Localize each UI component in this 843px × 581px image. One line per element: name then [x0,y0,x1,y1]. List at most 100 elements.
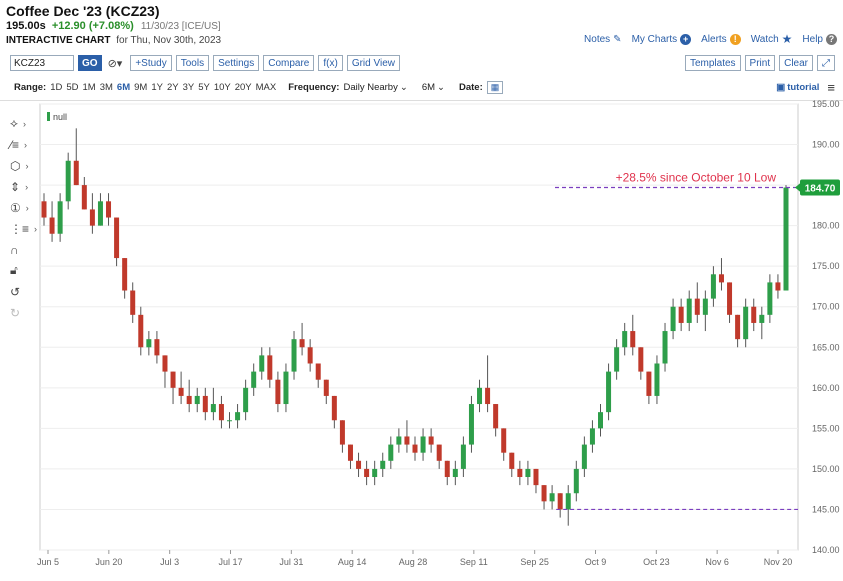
y-tick-label: 140.00 [812,545,840,555]
candle-body [372,468,378,478]
candle-body [65,160,71,202]
candle-body [557,493,563,510]
candle-body [759,314,765,323]
y-tick-label: 170.00 [812,302,840,312]
candle-body [670,306,676,332]
candle-body [565,493,571,510]
x-tick-label: Jul 31 [279,557,303,567]
candle-body [235,412,241,421]
candle-body [291,339,297,372]
y-tick-label: 190.00 [812,140,840,150]
y-tick-label: 145.00 [812,504,840,514]
x-tick-label: Jun 5 [37,557,59,567]
candle-body [775,282,781,291]
y-tick-label: 180.00 [812,221,840,231]
candle-body [210,404,216,413]
candle-body [73,160,79,186]
candle-body [686,298,692,323]
x-tick-label: Oct 23 [643,557,670,567]
candle-body [468,404,474,445]
candle-body [581,444,587,469]
candle-body [589,428,595,445]
candle-body [477,387,483,405]
candle-body [767,282,773,315]
candle-body [202,395,208,413]
candle-body [299,339,305,348]
candle-body [259,355,265,372]
candle-body [485,387,491,405]
candle-body [162,355,168,372]
candle-body [597,412,604,429]
candle-body [646,371,652,396]
candle-body [549,493,555,502]
candle-body [251,371,257,388]
candle-body [404,436,410,445]
x-tick-label: Sep 25 [520,557,549,567]
candle-body [396,436,402,445]
candle-body [186,395,192,405]
y-tick-label: 160.00 [812,383,840,393]
candle-body [630,331,636,348]
candle-body [509,452,515,469]
candle-body [170,371,176,388]
candle-body [614,347,620,372]
candle-body [97,201,103,226]
candle-body [89,209,95,226]
candle-body [226,420,233,422]
candle-body [106,201,112,218]
candle-body [146,339,152,348]
candle-body [743,306,749,340]
candle-body [283,371,289,405]
candle-body [347,444,353,461]
x-tick-label: Nov 6 [705,557,729,567]
candle-body [694,298,700,315]
legend-swatch [47,112,50,121]
candle-body [364,468,370,478]
candle-body [412,444,418,453]
candle-body [533,468,539,486]
candle-body [735,314,741,340]
price-chart[interactable]: 140.00 145.00 150.00 155.00 160.00 165.00 170.… [0,0,843,581]
candle-body [541,485,547,502]
candle-body [339,420,345,445]
candle-body [380,460,386,469]
candle-body [662,331,668,364]
candle-body [460,444,466,469]
candle-body [751,306,757,323]
candle-body [622,331,628,348]
candle-body [444,460,450,478]
candle-body [654,363,660,396]
candle-body [428,436,434,445]
candle-body [388,444,394,461]
y-tick-label: 175.00 [812,261,840,271]
candle-body [122,258,128,291]
candle-body [493,404,499,429]
candle-body [356,460,362,469]
x-tick-label: Aug 14 [338,557,367,567]
y-tick-label: 195.00 [812,99,840,109]
candle-body [41,201,47,218]
x-tick-label: Aug 28 [399,557,428,567]
candle-body [573,468,579,494]
candle-body [501,428,507,453]
candle-body [130,290,136,315]
candle-body [243,387,249,413]
candle-body [323,379,329,396]
x-tick-label: Jul 3 [160,557,179,567]
y-tick-label: 165.00 [812,342,840,352]
candle-body [275,379,281,405]
legend-label: null [53,112,67,122]
candle-body [81,185,87,210]
x-tick-label: Jul 17 [218,557,242,567]
candle-body [267,355,273,380]
candle-body [710,274,716,299]
candle-body [315,363,321,380]
candle-body [718,274,724,283]
candle-body [525,468,531,478]
y-tick-label: 150.00 [812,464,840,474]
candle-body [678,306,684,323]
candle-body [49,217,55,234]
candle-body [307,347,313,364]
candle-body [57,201,63,234]
last-price-label: 184.70 [805,184,836,195]
